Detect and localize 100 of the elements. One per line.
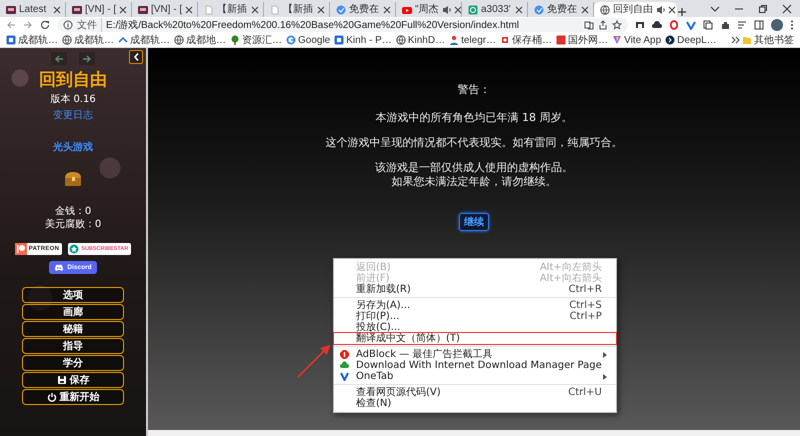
- v-logo-icon: [340, 372, 349, 381]
- close-icon[interactable]: [782, 4, 792, 14]
- url-text: E:/游戏/Back%20to%20Freedom%200.16%20Base%20Game%20Full%20Version/index.html: [106, 18, 520, 32]
- stat-text: 金钱：0: [54, 205, 92, 218]
- context-menu-item[interactable]: 打印(P)... Ctrl+P: [334, 311, 616, 322]
- circle-icon: [534, 4, 544, 14]
- version-text: 版本 0.16: [50, 92, 96, 106]
- collapse-button[interactable]: [129, 50, 143, 64]
- context-menu-item[interactable]: 翻译成中文（简体）(T): [334, 333, 616, 344]
- chevron-right-icon[interactable]: [731, 35, 740, 45]
- context-menu-item[interactable]: 重新加载(R) Ctrl+R: [334, 284, 616, 295]
- bookmark[interactable]: Vite App: [610, 34, 664, 46]
- menu-button[interactable]: 选项: [22, 287, 124, 303]
- context-menu-item[interactable]: Download With Internet Download Manager Page: [334, 360, 616, 371]
- speaker-icon[interactable]: [656, 4, 665, 14]
- page-icon: [204, 4, 214, 14]
- menu-button[interactable]: 保存: [22, 372, 124, 388]
- close-tab-icon[interactable]: [251, 6, 259, 14]
- close-tab-icon[interactable]: [581, 6, 589, 14]
- bookmark[interactable]: Kinh - P…: [332, 34, 394, 46]
- cloud-icon[interactable]: [652, 20, 662, 30]
- reload-icon[interactable]: [40, 20, 50, 30]
- back-icon[interactable]: [6, 20, 16, 30]
- menu-button[interactable]: 秘籍: [22, 321, 124, 337]
- treasure-chest-icon[interactable]: [63, 170, 83, 187]
- globe-icon: [62, 35, 72, 45]
- context-menu-item[interactable]: AdBlock — 最佳广告拦截工具: [334, 349, 616, 360]
- developer-link[interactable]: 光头游戏: [53, 140, 93, 154]
- video-play-icon: [402, 4, 412, 14]
- share-icon[interactable]: [598, 20, 608, 30]
- site-logo-icon: [6, 4, 16, 14]
- chevron-left-icon: [132, 52, 140, 62]
- new-tab-icon[interactable]: [677, 7, 687, 17]
- page-icon: [270, 4, 280, 14]
- menu-button[interactable]: 指导: [22, 338, 124, 354]
- bookmark[interactable]: telegr…: [447, 34, 498, 46]
- o-logo-icon[interactable]: [669, 20, 679, 30]
- bookmark[interactable]: DeepL…: [663, 34, 719, 46]
- globe-icon: [396, 35, 406, 45]
- star-icon[interactable]: [612, 20, 622, 30]
- close-tab-icon[interactable]: [383, 6, 391, 14]
- close-tab-icon[interactable]: [515, 6, 523, 14]
- site-logo-icon: [138, 4, 148, 14]
- warning-paragraph: 这个游戏中呈现的情况都不代表现实。如有雷同，纯属巧合。: [326, 136, 622, 150]
- tree-icon: [230, 35, 240, 45]
- continue-button[interactable]: 继续: [459, 213, 489, 231]
- restore-icon[interactable]: [758, 4, 768, 14]
- menu-icon[interactable]: [790, 20, 794, 30]
- translate-icon[interactable]: [584, 20, 594, 30]
- bookmark[interactable]: 保存桶…: [498, 33, 554, 47]
- extension-icon[interactable]: [635, 20, 645, 30]
- copy-icon[interactable]: [703, 20, 713, 30]
- bookmark[interactable]: 成都轨…: [4, 33, 60, 47]
- menu-button[interactable]: 画廊: [22, 304, 124, 320]
- speaker-icon[interactable]: [442, 4, 451, 14]
- bookmark[interactable]: KinhD…: [394, 34, 448, 46]
- menu-button[interactable]: 重新开始: [22, 389, 124, 405]
- arrow-right-icon: [82, 54, 92, 64]
- globe-icon: [174, 35, 184, 45]
- bookmark-folder[interactable]: 其他书签: [740, 33, 796, 47]
- warning-paragraph: 该游戏是一部仅供成人使用的虚构作品。 如果您未满法定年龄，请勿继续。: [375, 161, 573, 189]
- close-tab-icon[interactable]: [119, 6, 128, 14]
- bookmark[interactable]: Google: [284, 34, 332, 46]
- context-menu-item[interactable]: OneTab: [334, 371, 616, 382]
- close-tab-icon[interactable]: [668, 6, 676, 14]
- info-icon[interactable]: [63, 20, 73, 30]
- context-menu-item[interactable]: 检查(N): [334, 398, 616, 409]
- chevron-logo-icon: [118, 35, 128, 45]
- close-tab-icon[interactable]: [53, 6, 61, 14]
- context-menu-item[interactable]: 另存为(A)... Ctrl+S: [334, 300, 616, 311]
- bookmark[interactable]: 资源汇…: [228, 33, 284, 47]
- bookmark[interactable]: 成都轨…: [116, 33, 172, 47]
- discord-logo-icon: [54, 263, 64, 272]
- address-field[interactable]: 文件 E:/游戏/Back%20to%20Freedom%200.16%20Base%20Game%20Full%20Version/index.html: [57, 18, 628, 32]
- sidebar-icon[interactable]: [754, 20, 764, 30]
- star-logo-icon: [69, 244, 80, 254]
- context-menu-item[interactable]: 投放(C)...: [334, 322, 616, 333]
- v-logo-icon[interactable]: [686, 20, 696, 30]
- chevron-down-icon[interactable]: [710, 4, 720, 14]
- context-menu-item[interactable]: 查看网页源代码(V) Ctrl+U: [334, 387, 616, 398]
- changelog-link[interactable]: 变更日志: [53, 108, 93, 122]
- bookmark[interactable]: 成都轨…: [60, 33, 116, 47]
- person-icon: [449, 35, 460, 45]
- bookmark[interactable]: 国外网…: [554, 33, 610, 47]
- close-tab-icon[interactable]: [454, 6, 462, 14]
- save-icon: [56, 375, 66, 385]
- avatar-icon[interactable]: [771, 19, 783, 31]
- scrollbar[interactable]: [148, 430, 800, 436]
- browser-tab[interactable]: 回到自由: [594, 2, 677, 17]
- list-icon[interactable]: [737, 20, 747, 30]
- folder-icon: [742, 35, 752, 45]
- warning-paragraph: 本游戏中的所有角色均已年满 18 周岁。: [376, 111, 572, 125]
- forward-icon[interactable]: [23, 20, 33, 30]
- v-logo-icon: [612, 35, 622, 45]
- bookmark[interactable]: 成都地…: [172, 33, 228, 47]
- menu-button[interactable]: 学分: [22, 355, 124, 371]
- close-tab-icon[interactable]: [185, 6, 194, 14]
- game-title: 回到自由: [39, 69, 107, 91]
- globe-icon: [600, 4, 610, 14]
- close-tab-icon[interactable]: [317, 6, 325, 14]
